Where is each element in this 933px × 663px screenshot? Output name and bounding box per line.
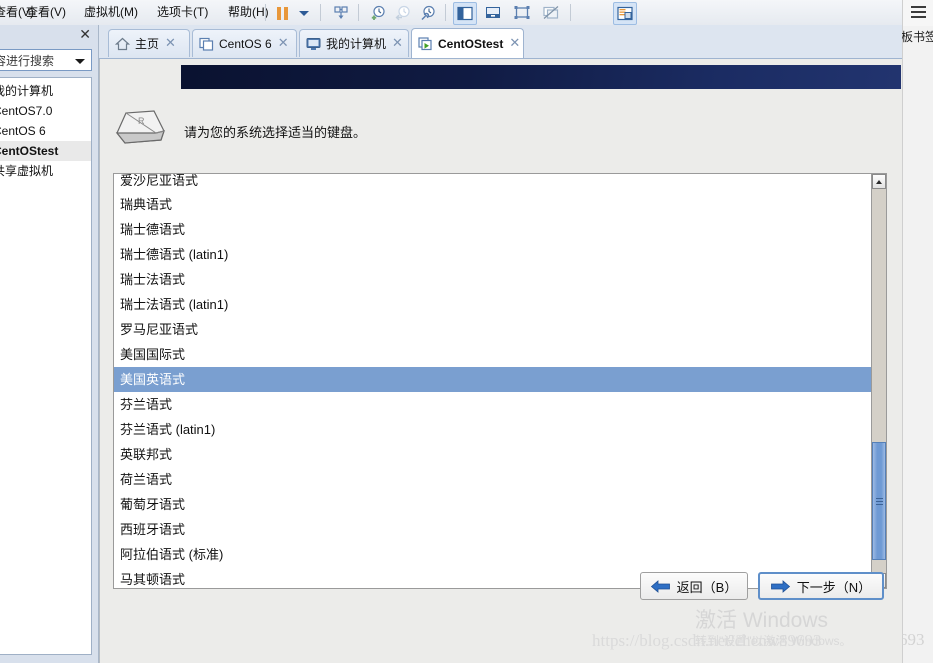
- sidebar-item-centos6[interactable]: CentOS 6: [0, 121, 91, 141]
- snapshot-revert-icon: [395, 5, 410, 21]
- show-library-button[interactable]: [453, 2, 477, 25]
- keyboard-key-icon: R: [115, 110, 165, 144]
- screenshot-root: ▾ t 板书签 693 查看(V) 查看(V) 虚拟机(M) 选项卡(T) 帮助…: [0, 0, 933, 663]
- snapshot-take-icon: [334, 6, 348, 19]
- library-close-icon[interactable]: ✕: [79, 28, 91, 42]
- tab-strip: 主页 ✕ CentOS 6 ✕ 我的计算机 ✕ CentOStest ✕: [0, 25, 902, 59]
- vm-running-icon: [418, 36, 433, 51]
- unity-mode-icon: [543, 6, 559, 19]
- menu-item-vm[interactable]: 虚拟机(M): [78, 0, 144, 25]
- home-icon: [114, 37, 131, 51]
- back-button[interactable]: 返回（B）: [640, 572, 748, 600]
- next-button-label: 下一步（N）: [796, 579, 872, 595]
- snapshot-manager-button[interactable]: [417, 2, 439, 23]
- show-library-icon: [457, 6, 473, 21]
- list-item[interactable]: 瑞士法语式: [114, 267, 884, 292]
- vmware-window: 查看(V) 查看(V) 虚拟机(M) 选项卡(T) 帮助(H) 主页 ✕ Cen…: [0, 0, 902, 663]
- tab-my-computer-close-icon[interactable]: ✕: [392, 37, 403, 50]
- pause-icon: [277, 7, 289, 20]
- snapshot-add-icon: [371, 5, 385, 20]
- library-search-box[interactable]: 在此处输入内容进行搜索: [0, 49, 92, 71]
- tab-my-computer[interactable]: 我的计算机 ✕: [299, 29, 409, 57]
- sidebar-item-centos70[interactable]: CentOS7.0: [0, 101, 91, 121]
- installer-prompt: R 请为您的系统选择适当的键盘。: [100, 104, 902, 164]
- snapshot-manager-icon: [421, 5, 435, 21]
- library-search-input[interactable]: 在此处输入内容进行搜索: [0, 52, 54, 70]
- show-thumbnail-bar-icon: [486, 7, 500, 18]
- next-button[interactable]: 下一步（N）: [758, 572, 884, 600]
- background-browser-window: ▾ t: [902, 0, 933, 663]
- snapshot-revert-button[interactable]: [392, 2, 414, 23]
- svg-text:R: R: [138, 116, 145, 126]
- background-browser-toolbar: [903, 0, 933, 26]
- tab-home-close-icon[interactable]: ✕: [165, 37, 176, 50]
- installer-prompt-text: 请为您的系统选择适当的键盘。: [184, 125, 367, 140]
- arrow-left-icon: [650, 579, 670, 593]
- list-item[interactable]: 瑞士法语式 (latin1): [114, 292, 884, 317]
- list-item[interactable]: 爱沙尼亚语式: [114, 174, 884, 192]
- guest-screen: R 请为您的系统选择适当的键盘。 爱沙尼亚语式 瑞典语式 瑞士德语式 瑞士德语式…: [99, 59, 902, 663]
- console-view-icon: [617, 6, 633, 21]
- list-item[interactable]: 英联邦式: [114, 442, 884, 467]
- scroll-up-button[interactable]: [872, 174, 886, 189]
- list-item[interactable]: 芬兰语式 (latin1): [114, 417, 884, 442]
- blog-url-watermark: https://blog.csdn.net/chenw89693: [592, 631, 822, 650]
- tab-centos6[interactable]: CentOS 6 ✕: [192, 29, 297, 57]
- windows-activation-watermark-title: 激活 Windows: [695, 609, 829, 632]
- show-thumbnail-bar-button[interactable]: [482, 2, 504, 23]
- menu-item-help[interactable]: 帮助(H): [222, 0, 275, 25]
- list-item[interactable]: 瑞士德语式: [114, 217, 884, 242]
- list-item[interactable]: 西班牙语式: [114, 517, 884, 542]
- tab-centos6-close-icon[interactable]: ✕: [278, 37, 289, 50]
- menu-item-view[interactable]: 查看(V): [20, 0, 72, 25]
- keyboard-list-scrollbar[interactable]: [871, 173, 887, 589]
- pause-button[interactable]: [272, 2, 294, 23]
- library-sidebar: ✕ 在此处输入内容进行搜索 我的计算机 CentOS7.0 CentOS 6 C…: [0, 25, 99, 663]
- menu-toolbar: 查看(V) 查看(V) 虚拟机(M) 选项卡(T) 帮助(H): [0, 0, 902, 26]
- sidebar-item-my-computer[interactable]: 我的计算机: [0, 81, 91, 101]
- sidebar-item-centostest[interactable]: CentOStest: [0, 141, 91, 161]
- list-item[interactable]: 葡萄牙语式: [114, 492, 884, 517]
- unity-mode-button[interactable]: [540, 2, 562, 23]
- tab-home-label: 主页: [135, 37, 160, 51]
- list-item[interactable]: 芬兰语式: [114, 392, 884, 417]
- list-item-selected[interactable]: 美国英语式: [114, 367, 884, 392]
- back-button-label: 返回（B）: [676, 579, 738, 595]
- tab-home[interactable]: 主页 ✕: [108, 29, 190, 57]
- tab-centostest[interactable]: CentOStest ✕: [411, 28, 524, 58]
- list-item[interactable]: 瑞士德语式 (latin1): [114, 242, 884, 267]
- library-header: ✕: [0, 25, 98, 47]
- menu-item-tabs[interactable]: 选项卡(T): [151, 0, 214, 25]
- vm-icon: [199, 37, 214, 51]
- fullscreen-button[interactable]: [511, 2, 533, 23]
- library-tree: 我的计算机 CentOS7.0 CentOS 6 CentOStest 共享虚拟…: [0, 77, 92, 655]
- tab-centos6-label: CentOS 6: [219, 36, 272, 51]
- monitor-icon: [306, 37, 321, 51]
- tab-centostest-close-icon[interactable]: ✕: [509, 37, 520, 50]
- dropdown-caret-icon: [299, 11, 309, 16]
- tab-my-computer-label: 我的计算机: [326, 37, 387, 51]
- list-item[interactable]: 荷兰语式: [114, 467, 884, 492]
- list-item[interactable]: 阿拉伯语式 (标准): [114, 542, 884, 567]
- tab-centostest-label: CentOStest: [438, 36, 504, 51]
- hamburger-menu-icon[interactable]: [911, 6, 926, 18]
- keyboard-layout-listbox[interactable]: 爱沙尼亚语式 瑞典语式 瑞士德语式 瑞士德语式 (latin1) 瑞士法语式 瑞…: [113, 173, 885, 589]
- list-item[interactable]: 美国国际式: [114, 342, 884, 367]
- list-item[interactable]: 罗马尼亚语式: [114, 317, 884, 342]
- scrollbar-thumb[interactable]: [872, 442, 886, 560]
- chevron-down-icon[interactable]: [75, 59, 85, 64]
- list-item[interactable]: 瑞典语式: [114, 192, 884, 217]
- scroll-up-arrow-icon: [876, 180, 882, 184]
- snapshot-add-button[interactable]: [367, 2, 389, 23]
- arrow-right-icon: [770, 579, 790, 593]
- installer-banner: [181, 65, 901, 89]
- sidebar-item-shared-vms[interactable]: 共享虚拟机: [0, 161, 91, 181]
- background-bookmark-label: 板书签: [901, 30, 933, 44]
- fullscreen-icon: [514, 6, 530, 19]
- power-dropdown-button[interactable]: [292, 2, 314, 23]
- console-view-button[interactable]: [613, 2, 637, 25]
- scrollbar-grip-icon: [876, 498, 883, 507]
- snapshot-take-button[interactable]: [330, 2, 352, 23]
